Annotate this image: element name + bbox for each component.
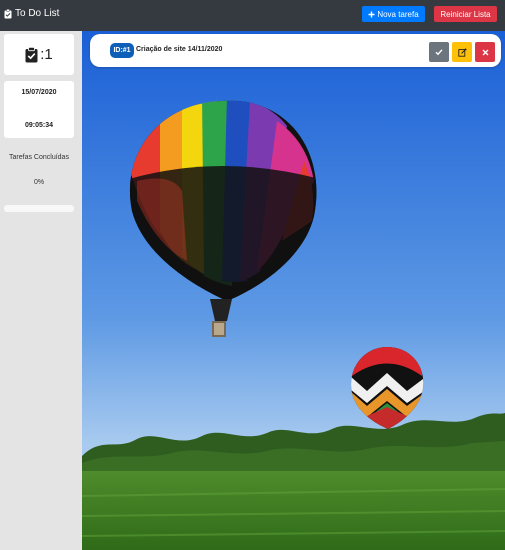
navbar: To Do List Nova tarefa Reiniciar Lista <box>0 0 505 31</box>
reset-list-label: Reiniciar Lista <box>440 9 491 19</box>
sidebar: :1 15/07/2020 09:05:34 Tarefas Concluída… <box>0 31 82 550</box>
delete-task-button[interactable] <box>475 42 495 62</box>
new-task-label: Nova tarefa <box>377 9 419 19</box>
task-title: Criação de site 14/11/2020 <box>136 46 223 53</box>
new-task-button[interactable]: Nova tarefa <box>362 6 425 22</box>
current-date: 15/07/2020 <box>21 89 57 96</box>
task-id-badge: ID:#1 <box>110 43 134 58</box>
main-content <box>82 31 505 550</box>
check-icon <box>435 49 443 56</box>
current-time: 09:05:34 <box>24 122 54 129</box>
brand[interactable]: To Do List <box>4 8 59 19</box>
completion-progress-bar <box>4 205 74 212</box>
edit-task-button[interactable] <box>452 42 472 62</box>
close-icon <box>482 49 488 55</box>
plus-icon <box>368 11 375 17</box>
reset-list-button[interactable]: Reiniciar Lista <box>434 6 497 22</box>
task-card: ID:#1 Criação de site 14/11/2020 <box>90 34 501 67</box>
edit-icon <box>457 47 467 57</box>
complete-task-button[interactable] <box>429 42 449 62</box>
task-count-card: :1 <box>4 34 74 75</box>
completed-percent: 0% <box>33 179 45 186</box>
hot-air-balloons-background <box>82 31 505 550</box>
app-title: To Do List <box>15 8 60 19</box>
datetime-card: 15/07/2020 09:05:34 <box>4 81 74 138</box>
clipboard-check-icon <box>4 8 12 18</box>
clipboard-check-icon <box>25 46 38 62</box>
task-count: :1 <box>40 46 53 63</box>
completed-tasks-label: Tarefas Concluídas <box>9 154 69 161</box>
